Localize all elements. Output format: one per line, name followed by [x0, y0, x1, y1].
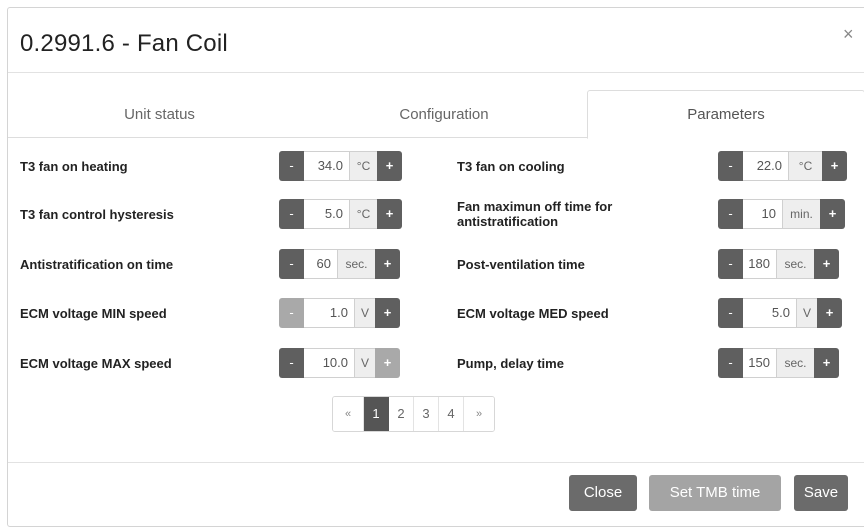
param-value-input[interactable]: 60 [304, 249, 337, 279]
param-unit: °C [788, 151, 822, 181]
tab-configuration[interactable]: Configuration [301, 91, 587, 137]
decrement-button[interactable]: - [718, 348, 743, 378]
param-value-input[interactable]: 5.0 [304, 199, 349, 229]
param-unit: min. [782, 199, 820, 229]
param-label: Pump, delay time [457, 356, 564, 371]
decrement-button[interactable]: - [718, 298, 743, 328]
param-label: ECM voltage MAX speed [20, 356, 172, 371]
dialog-footer-divider [8, 462, 864, 463]
param-unit: V [796, 298, 817, 328]
close-button[interactable]: Close [569, 475, 637, 511]
increment-button[interactable]: + [820, 199, 845, 229]
param-value-input[interactable]: 180 [743, 249, 776, 279]
increment-button[interactable]: + [817, 298, 842, 328]
increment-button[interactable]: + [375, 249, 400, 279]
tab-bar: Unit status Configuration Parameters [8, 90, 864, 139]
param-stepper: -180 sec. + [718, 249, 839, 279]
param-label: Fan maximun off time for antistratificat… [457, 199, 613, 229]
increment-button[interactable]: + [814, 249, 839, 279]
param-value-input[interactable]: 22.0 [743, 151, 788, 181]
param-stepper: -5.0 °C + [279, 199, 402, 229]
param-label: Antistratification on time [20, 257, 174, 272]
increment-button[interactable]: + [377, 151, 402, 181]
param-stepper: -34.0 °C + [279, 151, 402, 181]
decrement-button[interactable]: - [718, 151, 743, 181]
set-tmb-time-button[interactable]: Set TMB time [649, 475, 781, 511]
param-label: ECM voltage MED speed [457, 306, 609, 321]
param-value-input[interactable]: 150 [743, 348, 776, 378]
increment-button[interactable]: + [375, 298, 400, 328]
param-stepper: -22.0 °C + [718, 151, 847, 181]
increment-button[interactable]: + [375, 348, 400, 378]
pagination-page-3[interactable]: 3 [414, 397, 439, 431]
pagination-next[interactable]: » [464, 397, 494, 431]
pagination: « 1 2 3 4 » [332, 396, 495, 432]
decrement-button[interactable]: - [279, 199, 304, 229]
pagination-prev[interactable]: « [333, 397, 364, 431]
param-stepper: -150 sec. + [718, 348, 839, 378]
param-stepper: -5.0 V + [718, 298, 842, 328]
param-stepper: -10 min. + [718, 199, 845, 229]
decrement-button[interactable]: - [279, 151, 304, 181]
param-unit: sec. [337, 249, 375, 279]
increment-button[interactable]: + [377, 199, 402, 229]
close-icon[interactable]: × [843, 25, 854, 43]
param-unit: sec. [776, 249, 814, 279]
pagination-page-4[interactable]: 4 [439, 397, 464, 431]
decrement-button[interactable]: - [279, 348, 304, 378]
param-value-input[interactable]: 5.0 [743, 298, 796, 328]
save-button[interactable]: Save [794, 475, 848, 511]
increment-button[interactable]: + [822, 151, 847, 181]
param-value-input[interactable]: 1.0 [304, 298, 354, 328]
increment-button[interactable]: + [814, 348, 839, 378]
dialog-header: 0.2991.6 - Fan Coil × [8, 8, 864, 73]
pagination-page-1[interactable]: 1 [364, 397, 389, 431]
param-unit: °C [349, 151, 377, 181]
param-label: ECM voltage MIN speed [20, 306, 167, 321]
param-unit: °C [349, 199, 377, 229]
param-unit: V [354, 348, 375, 378]
param-value-input[interactable]: 10 [743, 199, 782, 229]
decrement-button[interactable]: - [718, 249, 743, 279]
dialog-title: 0.2991.6 - Fan Coil [20, 30, 228, 57]
pagination-page-2[interactable]: 2 [389, 397, 414, 431]
decrement-button[interactable]: - [279, 249, 304, 279]
param-unit: V [354, 298, 375, 328]
param-label: T3 fan on cooling [457, 159, 565, 174]
param-stepper: -1.0 V + [279, 298, 400, 328]
param-label: Post-ventilation time [457, 257, 585, 272]
fan-coil-dialog: 0.2991.6 - Fan Coil × Unit status Config… [7, 7, 864, 527]
param-unit: sec. [776, 348, 814, 378]
param-stepper: -10.0 V + [279, 348, 400, 378]
tab-parameters[interactable]: Parameters [587, 90, 864, 139]
param-value-input[interactable]: 34.0 [304, 151, 349, 181]
param-value-input[interactable]: 10.0 [304, 348, 354, 378]
tab-unit-status[interactable]: Unit status [18, 91, 301, 137]
param-label: T3 fan control hysteresis [20, 207, 174, 222]
param-stepper: -60 sec. + [279, 249, 400, 279]
decrement-button[interactable]: - [718, 199, 743, 229]
param-label: T3 fan on heating [20, 159, 128, 174]
decrement-button[interactable]: - [279, 298, 304, 328]
